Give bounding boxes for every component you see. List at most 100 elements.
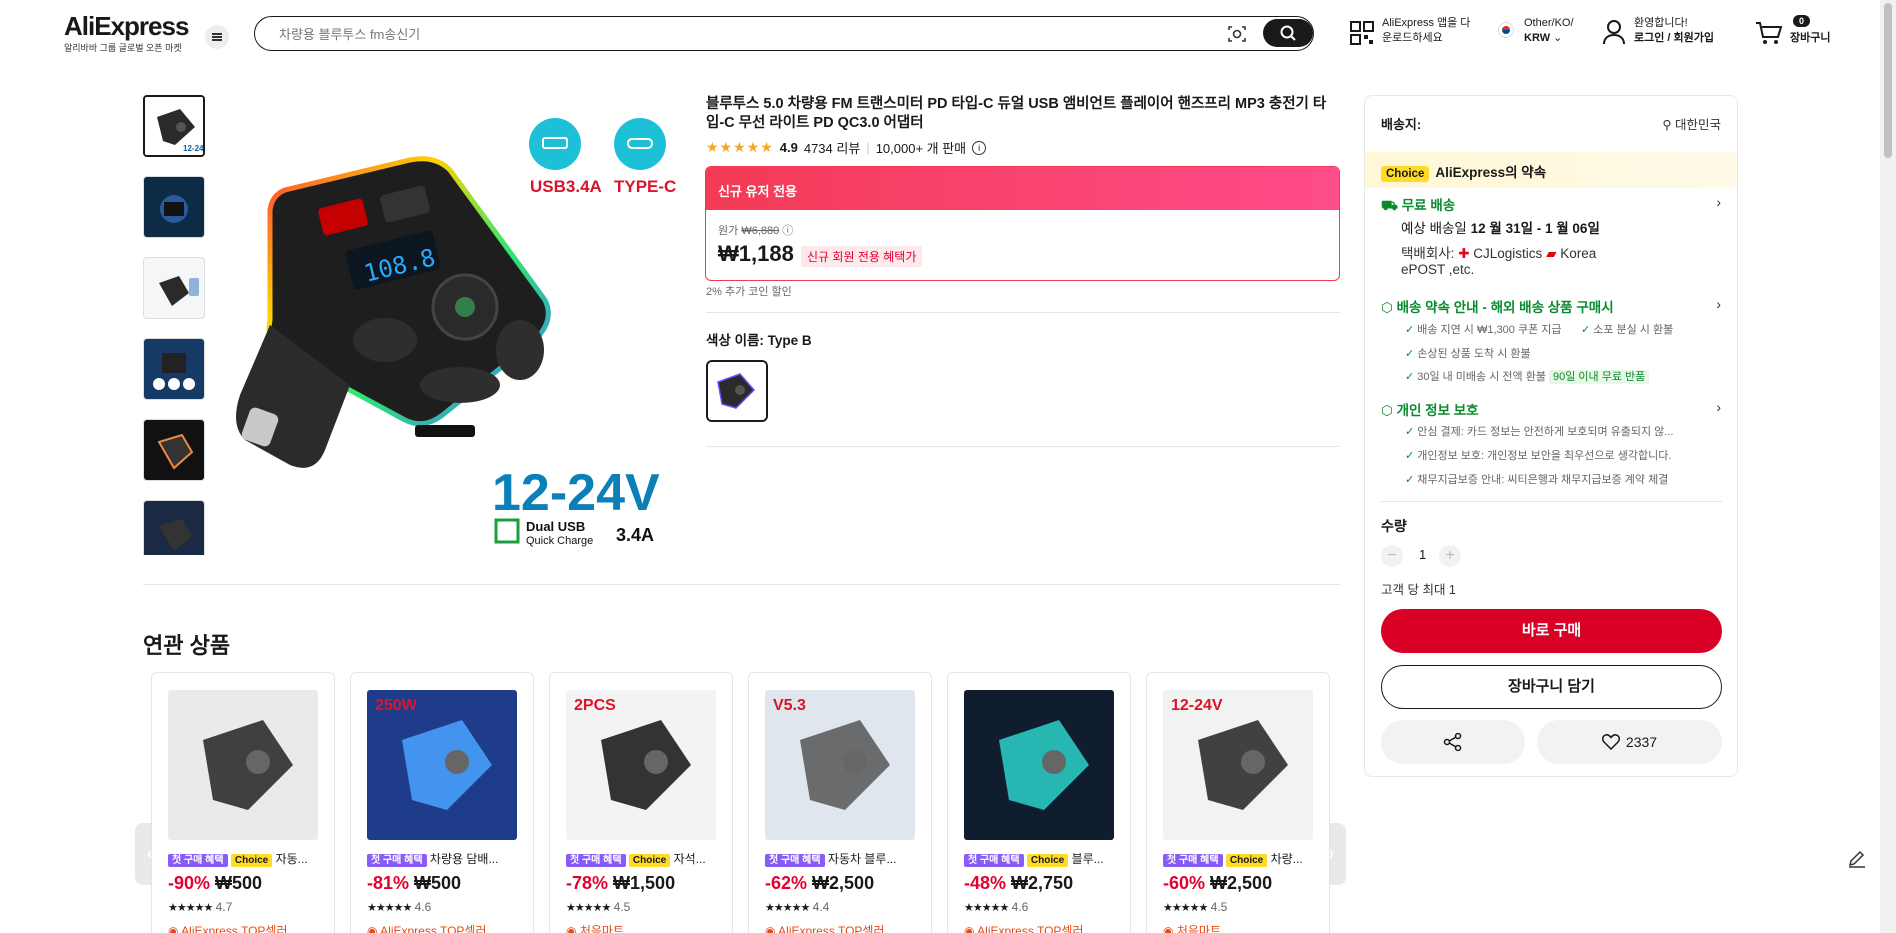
quantity-value[interactable]: 1	[1419, 547, 1426, 562]
product-thumbnail[interactable]: V5.3	[765, 690, 915, 840]
voltage-label: 12-24V	[492, 464, 660, 522]
share-button[interactable]	[1381, 720, 1525, 764]
rating: 4.4	[812, 900, 830, 914]
eta-prefix: 예상 배송일	[1401, 221, 1467, 236]
product-thumbnail[interactable]: 250W	[367, 690, 517, 840]
rating: 4.6	[1011, 900, 1029, 914]
star-rating-icon: ★★★★★	[706, 139, 774, 155]
product-card[interactable]: 첫 구매 혜택 Choice 블루... -48% ₩2,750 ★★★★★ 4.6…	[947, 672, 1131, 933]
card-rating: ★★★★★ 4.5	[566, 900, 630, 914]
wishlist-button[interactable]: 2337	[1537, 720, 1722, 764]
logo-subtitle: 알리바바 그룹 글로벌 오픈 마켓	[64, 43, 182, 53]
product-card[interactable]: 250W 첫 구매 혜택 차량용 담배... -81% ₩500 ★★★★★ 4.6 ◉…	[350, 672, 534, 933]
image-search-icon[interactable]	[1227, 24, 1247, 44]
cart-label[interactable]: 장바구니	[1790, 31, 1830, 46]
thumbnail-list: 12-24V	[143, 95, 207, 555]
thumbnail[interactable]	[143, 176, 205, 238]
categories-menu-button[interactable]	[205, 25, 229, 49]
promise-2: 소포 분실 시 환불	[1593, 324, 1674, 336]
korea-flag-icon	[1498, 22, 1514, 43]
chevron-right-icon[interactable]: ›	[1716, 194, 1721, 210]
chevron-right-icon[interactable]: ›	[1716, 399, 1721, 415]
promise-item: ✓ 30일 내 미배송 시 전액 환불 90일 이내 무료 반품	[1405, 368, 1650, 384]
edit-icon[interactable]	[1846, 848, 1868, 870]
user-icon[interactable]	[1602, 19, 1626, 45]
review-count[interactable]: 4734 리뷰	[804, 138, 860, 157]
privacy-3: 채무지급보증 안내: 씨티은행과 채무지급보증 계약 체결	[1417, 474, 1669, 486]
product-thumbnail[interactable]	[168, 690, 318, 840]
product-thumbnail[interactable]: 2PCS	[566, 690, 716, 840]
star-rating-icon: ★★★★★	[566, 902, 611, 914]
store-link[interactable]: ◉ 처음마트	[566, 922, 624, 933]
share-icon	[1443, 733, 1462, 751]
store-link[interactable]: ◉ 처음마트	[1163, 922, 1221, 933]
scrollbar-thumb[interactable]	[1884, 3, 1892, 158]
shield-icon: ⬡	[1381, 300, 1393, 315]
region-currency-selector[interactable]: Other/KO/ KRW ⌄	[1524, 16, 1574, 46]
divider: |	[866, 140, 870, 155]
usb-label: USB3.4A	[530, 177, 602, 196]
product-title: 블루투스 5.0 차량용 FM 트랜스미터 PD 타입-C 듀얼 USB 앰비언…	[706, 96, 1327, 131]
info-icon[interactable]: i	[972, 140, 987, 155]
delivery-promise-section[interactable]: ⬡ 배송 약속 안내 - 해외 배송 상품 구매시	[1381, 296, 1614, 316]
thumbnail[interactable]	[143, 500, 205, 555]
product-card[interactable]: V5.3 첫 구매 혜택 자동차 블루... -62% ₩2,500 ★★★★★ 4.…	[748, 672, 932, 933]
card-badges: 첫 구매 혜택 차량용 담배...	[367, 850, 527, 867]
product-card[interactable]: 첫 구매 혜택 Choice 자동... -90% ₩500 ★★★★★ 4.7 ◉ …	[151, 672, 335, 933]
product-card[interactable]: 2PCS 첫 구매 혜택 Choice 자석... -78% ₩1,500 ★★★★★…	[549, 672, 733, 933]
store-link[interactable]: ◉ AliExpress TOP셀러	[964, 922, 1084, 933]
search-button[interactable]	[1263, 19, 1313, 47]
add-to-cart-button[interactable]: 장바구니 담기	[1381, 665, 1722, 709]
info-icon[interactable]: ⓘ	[782, 225, 793, 237]
store-link[interactable]: ◉ AliExpress TOP셀러	[765, 922, 885, 933]
purchase-panel: 배송지: ⚲ 대한민국 Choice AliExpress의 약속 ⛟ 무료 배송…	[1364, 95, 1738, 777]
store-link[interactable]: ◉ AliExpress TOP셀러	[168, 922, 288, 933]
ship-destination[interactable]: ⚲ 대한민국	[1662, 114, 1721, 133]
download-app-link[interactable]: AliExpress 앱을 다 운로드하세요	[1382, 16, 1470, 46]
free-shipping-section[interactable]: ⛟ 무료 배송	[1381, 194, 1455, 216]
color-swatch-type-b[interactable]	[706, 360, 768, 422]
store-link[interactable]: ◉ AliExpress TOP셀러	[367, 922, 487, 933]
aliexpress-logo[interactable]: AliExpress 알리바바 그룹 글로벌 오픈 마켓	[64, 12, 189, 54]
product-thumbnail[interactable]: 12-24V	[1163, 690, 1313, 840]
amp-label: 3.4A	[616, 525, 654, 545]
product-name: 차량용 담배...	[429, 852, 499, 866]
card-rating: ★★★★★ 4.6	[367, 900, 431, 914]
cart-icon[interactable]	[1755, 20, 1783, 46]
discount: -60%	[1163, 873, 1206, 893]
main-product-image[interactable]: USB3.4A TYPE-C 108.8 12-24V Dual USB Qui…	[230, 95, 680, 550]
thumbnail[interactable]	[143, 419, 205, 481]
check-icon: ✓	[1405, 474, 1415, 486]
product-image-text: 250W	[375, 697, 418, 714]
buy-now-button[interactable]: 바로 구매	[1381, 609, 1722, 653]
account-link[interactable]: 환영합니다! 로그인 / 회원가입	[1634, 16, 1714, 46]
promise-1: 배송 지연 시 ₩1,300 쿠폰 지급	[1417, 324, 1562, 336]
product-image-text: 2PCS	[574, 697, 616, 714]
thumbnail[interactable]: 12-24V	[143, 95, 205, 157]
thumbnail[interactable]	[143, 338, 205, 400]
carrier-3: ePOST ,etc.	[1401, 262, 1475, 277]
check-icon: ✓	[1581, 324, 1591, 336]
quantity-increase-button[interactable]: +	[1439, 545, 1461, 567]
thumbnail[interactable]	[143, 257, 205, 319]
carrier-1: CJLogistics	[1473, 246, 1543, 261]
free-return-badge: 90일 이내 무료 반품	[1549, 370, 1650, 384]
promise-item: ✓ 소포 분실 시 환불	[1581, 321, 1673, 337]
store-name: 처음마트	[579, 924, 624, 933]
product-card[interactable]: 12-24V 첫 구매 혜택 Choice 차량... -60% ₩2,500 ★★★…	[1146, 672, 1330, 933]
card-rating: ★★★★★ 4.7	[168, 900, 232, 914]
product-thumbnail[interactable]	[964, 690, 1114, 840]
star-rating-icon: ★★★★★	[765, 902, 810, 914]
typec-label: TYPE-C	[614, 177, 676, 196]
quantity-decrease-button[interactable]: −	[1381, 545, 1403, 567]
search-input[interactable]	[279, 24, 1179, 44]
chevron-right-icon[interactable]: ›	[1716, 296, 1721, 312]
privacy-section[interactable]: ⬡ 개인 정보 보호	[1381, 399, 1479, 419]
login-signup-text: 로그인 / 회원가입	[1634, 32, 1715, 44]
price: ₩500	[414, 873, 462, 893]
hamburger-icon	[212, 36, 222, 38]
new-user-promo-box: 신규 유저 전용 원가 ₩6,880 ⓘ ₩1,188 신규 회원 전용 혜택가	[705, 166, 1340, 281]
related-products-title: 연관 상품	[143, 633, 231, 658]
qr-code-icon[interactable]	[1349, 20, 1375, 46]
check-icon: ✓	[1405, 324, 1415, 336]
